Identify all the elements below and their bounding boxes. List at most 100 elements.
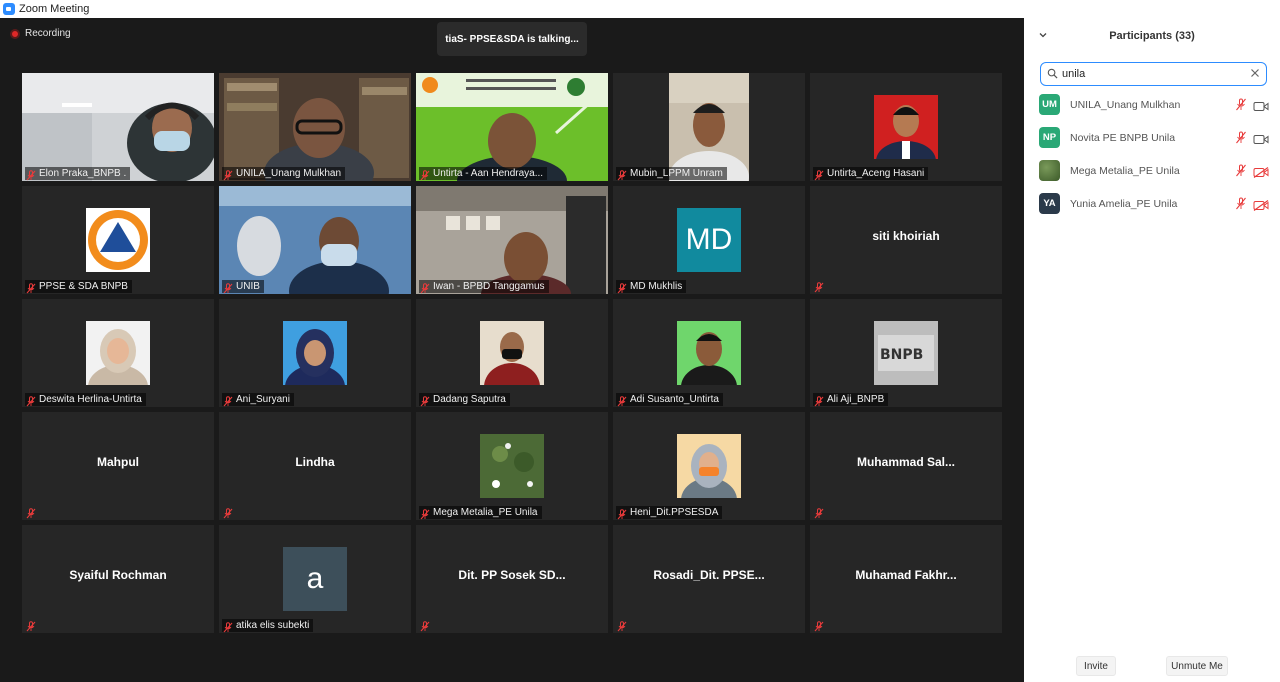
profile-picture xyxy=(480,434,544,498)
participant-tile[interactable]: BNPB Ali Aji_BNPB xyxy=(810,299,1002,407)
participant-name: UNILA_Unang Mulkhan xyxy=(1070,99,1181,111)
unmute-me-button[interactable]: Unmute Me xyxy=(1166,656,1228,676)
participant-display-name: Rosadi_Dit. PPSE... xyxy=(653,568,765,582)
muted-mic-icon xyxy=(617,507,627,520)
participant-tile[interactable]: PPSE & SDA BNPB xyxy=(22,186,214,294)
participant-list: UM UNILA_Unang Mulkhan NP Novita PE BNPB Un… xyxy=(1024,94,1280,226)
muted-mic-icon xyxy=(814,506,824,519)
participant-row[interactable]: NP Novita PE BNPB Unila xyxy=(1024,127,1280,160)
avatar xyxy=(1039,160,1060,181)
muted-mic-icon[interactable] xyxy=(1235,164,1247,177)
participant-tile[interactable]: Adi Susanto_Untirta xyxy=(613,299,805,407)
muted-mic-icon xyxy=(617,619,627,632)
muted-mic-icon xyxy=(26,168,36,181)
muted-mic-icon xyxy=(223,394,233,407)
participant-tile[interactable]: Lindha xyxy=(219,412,411,520)
muted-mic-icon xyxy=(617,168,627,181)
participant-row[interactable]: YA Yunia Amelia_PE Unila xyxy=(1024,193,1280,226)
recording-indicator[interactable]: Recording xyxy=(10,28,71,39)
video-off-icon[interactable] xyxy=(1253,165,1269,178)
participant-tile[interactable]: MD MD Mukhlis xyxy=(613,186,805,294)
participant-search[interactable] xyxy=(1040,62,1267,86)
video-feed xyxy=(219,186,411,294)
participant-name-label: Ali Aji_BNPB xyxy=(813,393,889,406)
participant-name-label: Dadang Saputra xyxy=(419,393,510,406)
muted-mic-icon xyxy=(420,619,430,632)
participant-name-label: Elon Praka_BNPB . xyxy=(25,167,131,180)
participant-row[interactable]: Mega Metalia_PE Unila xyxy=(1024,160,1280,193)
video-feed xyxy=(416,186,608,294)
search-icon xyxy=(1047,68,1058,79)
participant-display-name: Muhamad Fakhr... xyxy=(855,568,957,582)
muted-mic-icon xyxy=(617,281,627,294)
participant-name: Yunia Amelia_PE Unila xyxy=(1070,198,1178,210)
video-camera-icon[interactable] xyxy=(1253,99,1269,111)
muted-mic-icon xyxy=(814,280,824,293)
window-title: Zoom Meeting xyxy=(19,3,90,15)
svg-text:BNPB: BNPB xyxy=(880,347,923,363)
invite-button[interactable]: Invite xyxy=(1076,656,1116,676)
zoom-app-icon xyxy=(3,3,15,15)
participant-tile[interactable]: Deswita Herlina-Untirta xyxy=(22,299,214,407)
participants-footer: Invite Unmute Me xyxy=(1024,656,1280,678)
participant-tile[interactable]: UNILA_Unang Mulkhan xyxy=(219,73,411,181)
participant-display-name: Syaiful Rochman xyxy=(69,568,167,582)
participant-tile[interactable]: Dit. PP Sosek SD... xyxy=(416,525,608,633)
participant-tile[interactable]: Muhamad Fakhr... xyxy=(810,525,1002,633)
participant-tile[interactable]: Rosadi_Dit. PPSE... xyxy=(613,525,805,633)
video-grid: Elon Praka_BNPB . UNILA_Unang Mulkhan Unti… xyxy=(22,73,1002,633)
participant-tile[interactable]: Muhammad Sal... xyxy=(810,412,1002,520)
participant-display-name: Lindha xyxy=(295,455,335,469)
participant-display-name: Muhammad Sal... xyxy=(856,455,956,469)
participant-name-label: Untirta - Aan Hendraya... xyxy=(419,167,548,180)
avatar-initials: MD xyxy=(677,208,741,272)
muted-mic-icon[interactable] xyxy=(1235,98,1247,111)
clear-search-icon[interactable] xyxy=(1250,68,1260,78)
participant-tile[interactable]: Untirta_Aceng Hasani xyxy=(810,73,1002,181)
muted-mic-icon[interactable] xyxy=(1235,131,1247,144)
participant-tile[interactable]: Mega Metalia_PE Unila xyxy=(416,412,608,520)
muted-mic-icon xyxy=(814,168,824,181)
video-camera-icon[interactable] xyxy=(1253,132,1269,144)
muted-mic-icon xyxy=(223,168,233,181)
participant-display-name: Mahpul xyxy=(97,455,139,469)
profile-picture xyxy=(86,321,150,385)
muted-mic-icon xyxy=(223,281,233,294)
participant-tile[interactable]: siti khoiriah xyxy=(810,186,1002,294)
muted-mic-icon xyxy=(223,620,233,633)
muted-mic-icon[interactable] xyxy=(1235,197,1247,210)
participant-tile[interactable]: Elon Praka_BNPB . xyxy=(22,73,214,181)
participant-display-name: Dit. PP Sosek SD... xyxy=(458,568,566,582)
participant-tile[interactable]: Dadang Saputra xyxy=(416,299,608,407)
video-off-icon[interactable] xyxy=(1253,198,1269,211)
video-feed xyxy=(416,73,608,181)
participant-name-label: Mega Metalia_PE Unila xyxy=(419,506,542,519)
avatar: UM xyxy=(1039,94,1060,115)
avatar-initials: a xyxy=(283,547,347,611)
participant-name-label: Deswita Herlina-Untirta xyxy=(25,393,146,406)
participant-name-label: atika elis subekti xyxy=(222,619,314,632)
profile-picture xyxy=(677,434,741,498)
participant-tile[interactable]: Ani_Suryani xyxy=(219,299,411,407)
participant-row[interactable]: UM UNILA_Unang Mulkhan xyxy=(1024,94,1280,127)
video-feed xyxy=(613,73,805,181)
participant-tile[interactable]: Syaiful Rochman xyxy=(22,525,214,633)
participant-tile[interactable]: Iwan - BPBD Tanggamus xyxy=(416,186,608,294)
participant-tile[interactable]: Mubin_LPPM Unram xyxy=(613,73,805,181)
participant-name-label: PPSE & SDA BNPB xyxy=(25,280,132,293)
muted-mic-icon xyxy=(26,506,36,519)
muted-mic-icon xyxy=(26,394,36,407)
participants-title: Participants (33) xyxy=(1109,30,1195,42)
participant-tile[interactable]: a atika elis subekti xyxy=(219,525,411,633)
video-feed xyxy=(219,73,411,181)
muted-mic-icon xyxy=(420,507,430,520)
title-bar: Zoom Meeting xyxy=(0,0,1024,18)
search-input[interactable] xyxy=(1062,66,1242,82)
participant-tile[interactable]: UNIB xyxy=(219,186,411,294)
participant-tile[interactable]: Mahpul xyxy=(22,412,214,520)
profile-picture: BNPB xyxy=(874,321,938,385)
participant-tile[interactable]: Heni_Dit.PPSESDA xyxy=(613,412,805,520)
participant-tile[interactable]: Untirta - Aan Hendraya... xyxy=(416,73,608,181)
participant-name: Mega Metalia_PE Unila xyxy=(1070,165,1180,177)
participants-header: Participants (33) xyxy=(1024,26,1280,46)
